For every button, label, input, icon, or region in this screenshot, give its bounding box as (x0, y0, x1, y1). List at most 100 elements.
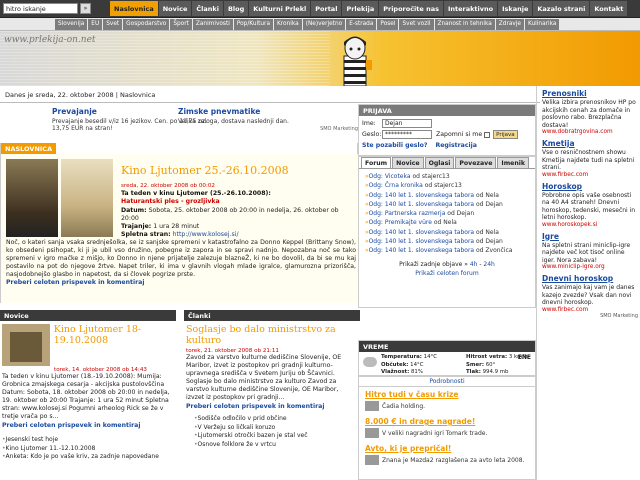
forum-item-link[interactable]: Odg: Vicoteka (369, 173, 411, 180)
forum-item-author: od Nela (476, 228, 499, 236)
promo-title[interactable]: Hitro tudi v času krize (365, 390, 529, 399)
stran-link[interactable]: http://www.kolosej.si/ (173, 231, 239, 238)
nav-naslovnica[interactable]: Naslovnica (110, 1, 158, 16)
article-title[interactable]: Kino Ljutomer 18-19.10.2008 (54, 324, 178, 346)
tab-oglasi[interactable]: Oglasi (424, 157, 455, 168)
featured-article: NASLOVNICA Kino Ljutomer 25.-26.10.2008 … (0, 143, 359, 303)
subnav-item[interactable]: Svet vozil (399, 19, 434, 30)
forum-all: Prikaži celoten forum (359, 268, 535, 277)
forum-all-link[interactable]: Prikaži celoten forum (415, 270, 478, 277)
right-ad-desc: Na spletni strani miniclip-igre najdete … (542, 241, 631, 264)
nav-blog[interactable]: Blog (223, 1, 249, 16)
forum-item-link[interactable]: Odg: 140 let 1. slovenskega tabora (369, 238, 475, 245)
list-item[interactable]: Osnove folklore že v vrtcu (194, 441, 358, 450)
password-field[interactable]: ********* (382, 130, 432, 139)
tab-imenik[interactable]: Imenik (497, 157, 530, 168)
list-item[interactable]: Jesenski test hoje (2, 436, 178, 445)
right-ad-title[interactable]: Prenosniki (542, 89, 638, 98)
header-banner: www.prlekija-on.net (0, 31, 640, 86)
nav-kontakt[interactable]: Kontakt (590, 1, 628, 16)
press-label: Tlak: (466, 369, 481, 375)
subnav-item[interactable]: Gospodarstvo (123, 19, 170, 30)
search-input[interactable]: hitro iskanje (3, 3, 78, 14)
nav-kazalo[interactable]: Kazalo strani (533, 1, 590, 16)
right-ad-title[interactable]: Dnevni horoskop (542, 274, 638, 283)
stran-label: Spletna stran: (121, 231, 171, 239)
subnav-item[interactable]: Posel (377, 19, 399, 30)
tab-novice[interactable]: Novice (392, 157, 424, 168)
promo-title[interactable]: Avto, ki je prepričal! (365, 444, 529, 453)
list-item[interactable]: Anketa: Kdo je po vaše kriv, za zadnje n… (2, 453, 178, 462)
right-ad: Igre Na spletni strani miniclip-igre naj… (542, 232, 638, 271)
article-title[interactable]: Soglasje bo dalo ministrstvo za kulturo (186, 324, 358, 346)
forum-item-link[interactable]: Odg: 140 let 1. slovenskega tabora (369, 229, 475, 236)
subnav-item[interactable]: Zanimivosti (192, 19, 233, 30)
forum-item-link[interactable]: Odg: 140 let 1. slovenskega tabora (369, 192, 475, 199)
tab-povezave[interactable]: Povezave (455, 157, 497, 168)
subnav-item[interactable]: Šport (170, 19, 192, 30)
subnav-item[interactable]: Kulinarika (525, 19, 560, 30)
clanki-section: Članki Soglasje bo dalo ministrstvo za k… (184, 310, 360, 480)
subnav-item[interactable]: Znanost in tehnika (434, 19, 495, 30)
nav-iskanje[interactable]: Iskanje (498, 1, 533, 16)
forum-item-link[interactable]: Odg: Premikajte vüre (369, 219, 432, 226)
forum-item: Odg: Partnerska razmerja od Dejan (365, 209, 529, 218)
subnav-item[interactable]: EU (88, 19, 103, 30)
right-ad-title[interactable]: Igre (542, 232, 638, 241)
forum-item-link[interactable]: Odg: 140 let 1. slovenskega tabora (369, 201, 475, 208)
nav-prlekija[interactable]: Prlekija (342, 1, 379, 16)
forgot-password-link[interactable]: Ste pozabili geslo? (362, 142, 427, 149)
subnav-item[interactable]: Slovenija (55, 19, 88, 30)
remember-checkbox[interactable] (484, 131, 491, 138)
forum-item-link[interactable]: Odg: Partnerska razmerja (369, 210, 446, 217)
read-more-link[interactable]: Preberi celoten prispevek in komentiraj (186, 403, 324, 410)
nav-novice[interactable]: Novice (158, 1, 192, 16)
forum-item-author: od stajerc13 (412, 173, 450, 180)
right-ad-link[interactable]: www.dobratrgovina.com (542, 129, 638, 135)
subnav-item[interactable]: (Ne)verjetno (302, 19, 346, 30)
right-ad-title[interactable]: Horoskop (542, 182, 638, 191)
subnav-item[interactable]: Pop/Kultura (233, 19, 273, 30)
read-more-link[interactable]: Preberi celoten prispevek in komentiraj (6, 279, 144, 286)
right-ad-link[interactable]: www.firbec.com (542, 172, 638, 178)
subnav-item[interactable]: Svet (103, 19, 123, 30)
nav-clanki[interactable]: Članki (192, 1, 223, 16)
banner-url[interactable]: www.prlekija-on.net (4, 35, 96, 45)
forum-tabs: Forum Novice Oglasi Povezave Imenik (359, 157, 535, 169)
nav-priporocite[interactable]: Priporočite nas (379, 1, 443, 16)
subnav-item[interactable]: Zdravje (495, 19, 524, 30)
login-button[interactable]: Prijava (493, 130, 518, 139)
breadcrumb: Danes je sreda, 22. oktober 2008 | Naslo… (0, 86, 540, 103)
trajanje-label: Trajanje: (121, 223, 152, 231)
forum-item-author: od Nela (433, 219, 457, 227)
subnav-item[interactable]: E-strada (346, 19, 377, 30)
forum-item-link[interactable]: Odg: Črna kronika (369, 182, 423, 189)
username-field[interactable]: Dejan (382, 119, 432, 128)
forum-range-24h[interactable]: 24h (483, 261, 494, 268)
promo-title[interactable]: 8.000 € in drage nagrade! (365, 417, 529, 426)
right-ad-link[interactable]: www.miniclip-igre.org (542, 264, 638, 270)
right-ad-title[interactable]: Kmetija (542, 139, 638, 148)
weather-details-link[interactable]: Podrobnosti (359, 377, 535, 387)
nav-interaktivno[interactable]: Interaktivno (443, 1, 498, 16)
ad-title[interactable]: Zimske pnevmatike (178, 107, 358, 116)
search-button[interactable]: » (80, 3, 91, 14)
article-title[interactable]: Kino Ljutomer 25.-26.10.2008 (121, 164, 289, 177)
register-link[interactable]: Registracija (435, 142, 476, 149)
list-item[interactable]: Ljutomerski otročki bazen je stal več (194, 432, 358, 441)
list-item[interactable]: V Veržeju so ličkali koruzo (194, 424, 358, 433)
read-more-link[interactable]: Preberi celoten prispevek in komentiraj (2, 422, 140, 429)
forum-item-author: od Dejan (447, 210, 475, 218)
nav-kulturni[interactable]: Kulturni Prlekl (249, 1, 311, 16)
forum-item: Odg: 140 let 1. slovenskega tabora od Ne… (365, 228, 529, 237)
nav-portal[interactable]: Portal (311, 1, 342, 16)
ad-pnevmatike[interactable]: Zimske pnevmatike Velika zaloga, dostava… (178, 107, 358, 132)
forum-item-link[interactable]: Odg: 140 let 1. slovenskega tabora (369, 247, 475, 254)
list-item[interactable]: Kino Ljutomer 11.-12.10.2008 (2, 445, 178, 454)
forum-item: Odg: 140 let 1. slovenskega tabora od Zv… (365, 246, 529, 255)
list-item[interactable]: Sodišče odločilo v prid občine (194, 415, 358, 424)
login-box: PRIJAVA Ime: Dejan Geslo: ********* Zapo… (358, 104, 536, 156)
subnav-item[interactable]: Kronika (274, 19, 302, 30)
right-ad-link[interactable]: www.horoskopek.si (542, 222, 638, 228)
tab-forum[interactable]: Forum (361, 157, 392, 168)
